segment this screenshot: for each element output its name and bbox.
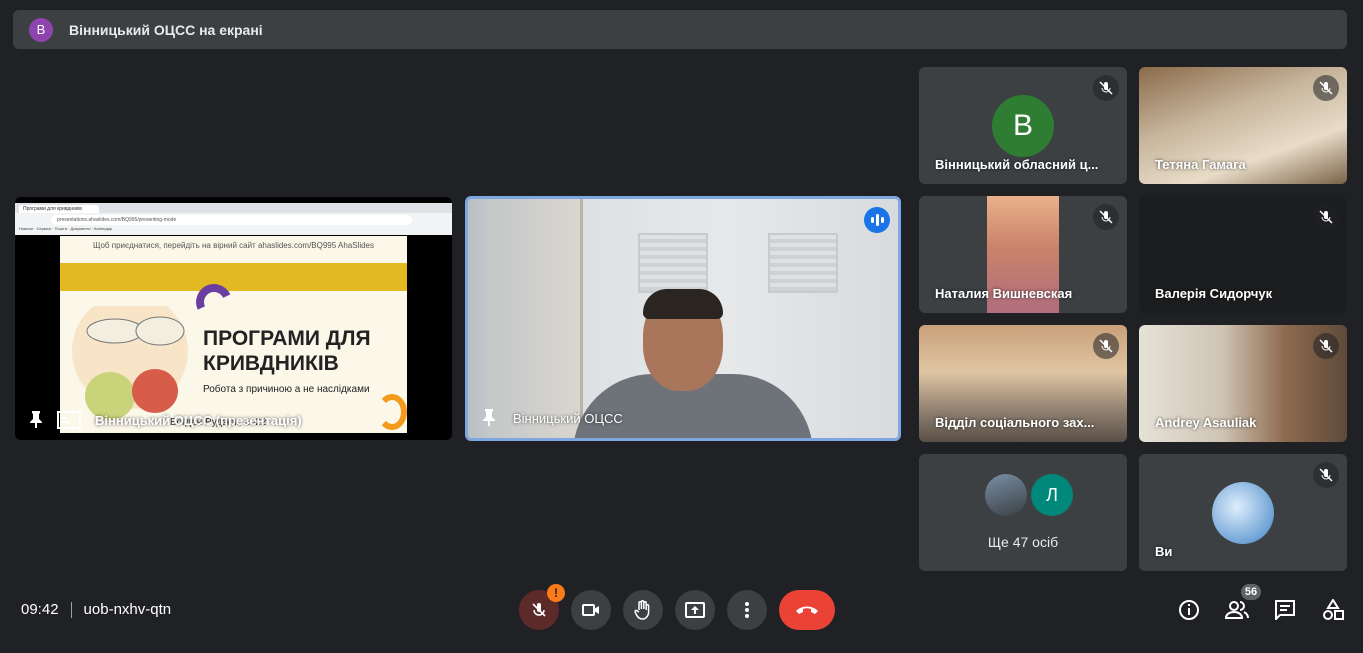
meeting-info: 09:42 uob-nxhv-qtn [21, 601, 171, 618]
chat-button[interactable] [1273, 598, 1297, 622]
participant-name: Вінницький ОЦСС [513, 411, 623, 426]
participant-count-badge: 56 [1241, 584, 1261, 600]
chat-icon [1275, 600, 1295, 620]
presentation-icon [57, 411, 81, 429]
slide-subtitle: Робота з причиною а не наслідками [203, 384, 370, 395]
presenting-banner: В Вінницький ОЦСС на екрані [13, 10, 1347, 49]
shared-browser-window: Програми для кривдників presentations.ah… [15, 203, 452, 235]
more-vert-icon [745, 602, 749, 618]
participant-tile[interactable]: Andrey Asauliak [1139, 325, 1347, 442]
participant-avatar [985, 474, 1027, 516]
self-avatar [1212, 482, 1274, 544]
speaking-indicator-icon [864, 207, 890, 233]
participant-name: Тетяна Гамага [1155, 157, 1246, 172]
leave-call-button[interactable] [779, 590, 835, 630]
presenter-avatar: В [29, 17, 53, 42]
browser-address-bar: presentations.ahaslides.com/BQ995/presen… [51, 215, 412, 225]
people-button[interactable]: 56 [1225, 584, 1261, 622]
warning-badge: ! [547, 584, 565, 602]
present-icon [685, 602, 705, 618]
presenting-banner-text: Вінницький ОЦСС на екрані [69, 21, 263, 38]
participant-name: Ви [1155, 544, 1173, 559]
participant-tile[interactable]: Наталия Вишневская [919, 196, 1127, 313]
info-icon [1179, 600, 1199, 620]
camera-button[interactable] [571, 590, 611, 630]
participant-name: Вінницький обласний ц... [935, 157, 1099, 172]
participant-avatar: Л [1031, 474, 1073, 516]
present-screen-button[interactable] [675, 590, 715, 630]
meeting-details-button[interactable] [1177, 598, 1201, 622]
pin-icon[interactable] [29, 410, 43, 428]
self-tile[interactable]: Ви [1139, 454, 1347, 571]
bottom-toolbar: 09:42 uob-nxhv-qtn ! 56 [0, 580, 1363, 642]
muted-mic-icon [1313, 75, 1339, 101]
muted-mic-icon [1313, 333, 1339, 359]
muted-mic-icon [1093, 204, 1119, 230]
hand-icon [634, 600, 650, 620]
muted-mic-icon [1313, 462, 1339, 488]
participant-name: Наталия Вишневская [935, 286, 1073, 301]
microphone-button[interactable]: ! [519, 584, 565, 630]
mic-off-icon [532, 603, 546, 617]
more-participants-label: Ще 47 осіб [987, 534, 1059, 550]
participant-name: Вінницький ОЦСС (презентація) [95, 413, 302, 428]
meeting-code[interactable]: uob-nxhv-qtn [84, 601, 172, 618]
participant-tile[interactable]: Валерія Сидорчук [1139, 196, 1347, 313]
participant-tile[interactable]: В Вінницький обласний ц... [919, 67, 1127, 184]
muted-mic-icon [1093, 333, 1119, 359]
clock: 09:42 [21, 601, 59, 618]
participant-avatar: В [992, 95, 1054, 157]
browser-bookmarks-bar: Новини · Сервіси · Пошта · Документи · К… [19, 226, 113, 231]
participant-name: Валерія Сидорчук [1155, 286, 1273, 301]
browser-tab: Програми для кривдників [19, 205, 99, 213]
camera-icon [582, 604, 599, 616]
presentation-tile[interactable]: Програми для кривдників presentations.ah… [15, 197, 452, 440]
presentation-slide: Щоб приєднатися, перейдіть на вірний сай… [60, 236, 407, 433]
activities-button[interactable] [1321, 598, 1345, 622]
activities-icon [1323, 599, 1344, 620]
slide-yellow-band [60, 263, 407, 291]
muted-mic-icon [1313, 204, 1339, 230]
pin-icon[interactable] [482, 408, 496, 426]
slide-join-header: Щоб приєднатися, перейдіть на вірний сай… [60, 236, 407, 263]
slide-title: ПРОГРАМИ ДЛЯ КРИВДНИКІВ [203, 327, 371, 375]
people-icon [1225, 601, 1249, 619]
participant-name: Andrey Asauliak [1155, 415, 1257, 430]
participant-name: Відділ соціального зах... [935, 415, 1095, 430]
more-options-button[interactable] [727, 590, 767, 630]
more-participants-tile[interactable]: Л Ще 47 осіб [919, 454, 1127, 571]
raise-hand-button[interactable] [623, 590, 663, 630]
hang-up-icon [796, 606, 818, 614]
muted-mic-icon [1093, 75, 1119, 101]
active-speaker-tile[interactable]: Вінницький ОЦСС [465, 196, 901, 441]
slide-orange-arc [377, 394, 407, 430]
participant-tile[interactable]: Тетяна Гамага [1139, 67, 1347, 184]
participant-tile[interactable]: Відділ соціального зах... [919, 325, 1127, 442]
